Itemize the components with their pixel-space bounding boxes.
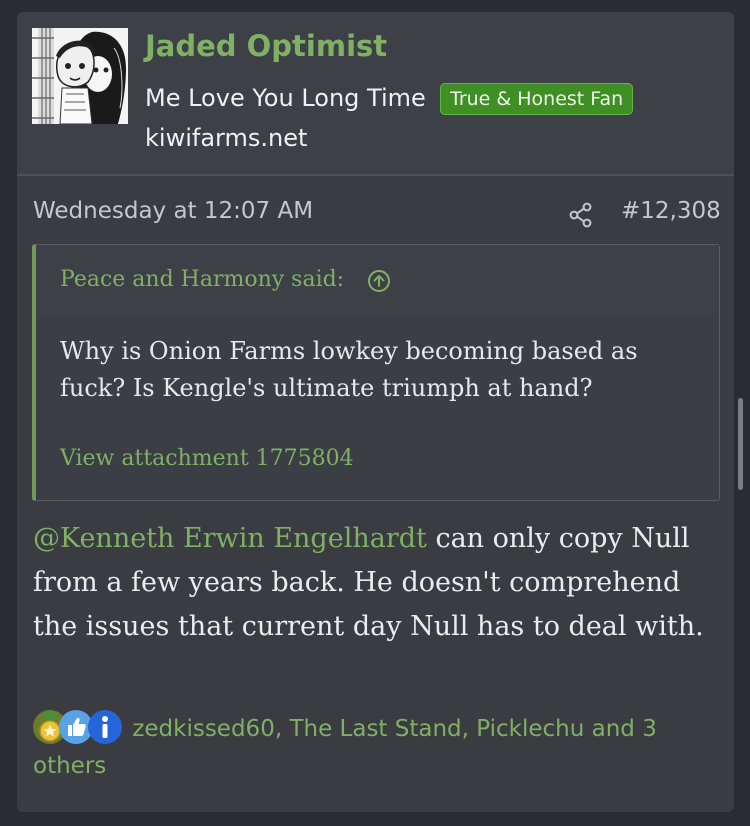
user-header: Jaded Optimist Me Love You Long Time Tru… <box>17 12 734 176</box>
reaction-users-list[interactable]: zedkissed60, The Last Stand, Picklechu a… <box>33 716 657 779</box>
post-number-link[interactable]: #12,308 <box>621 198 721 224</box>
share-icon[interactable] <box>568 202 594 228</box>
quote-block: Peace and Harmony said: Why is Onion Far… <box>32 244 720 501</box>
attachment-link[interactable]: View attachment 1775804 <box>60 446 354 471</box>
reaction-icons[interactable] <box>33 710 125 744</box>
reactions-bar[interactable]: zedkissed60, The Last Stand, Picklechu a… <box>33 710 723 785</box>
user-mention-link[interactable]: @Kenneth Erwin Engelhardt <box>33 523 427 554</box>
username[interactable]: Jaded Optimist <box>145 29 387 63</box>
user-title: Me Love You Long Time <box>145 84 426 112</box>
avatar[interactable] <box>32 28 128 124</box>
post-card: Jaded Optimist Me Love You Long Time Tru… <box>17 12 734 812</box>
quote-attribution[interactable]: Peace and Harmony said: <box>60 267 344 292</box>
quote-text: Why is Onion Farms lowkey becoming based… <box>60 337 638 402</box>
post-body: @Kenneth Erwin Engelhardt can only copy … <box>33 517 723 649</box>
user-banner: True & Honest Fan <box>440 83 634 115</box>
user-site: kiwifarms.net <box>145 124 308 152</box>
avatar-image <box>32 28 128 124</box>
post-timestamp[interactable]: Wednesday at 12:07 AM <box>33 198 313 224</box>
arrow-up-circle-icon[interactable] <box>367 269 391 293</box>
scrollbar[interactable] <box>738 398 743 490</box>
informative-icon <box>88 710 122 744</box>
